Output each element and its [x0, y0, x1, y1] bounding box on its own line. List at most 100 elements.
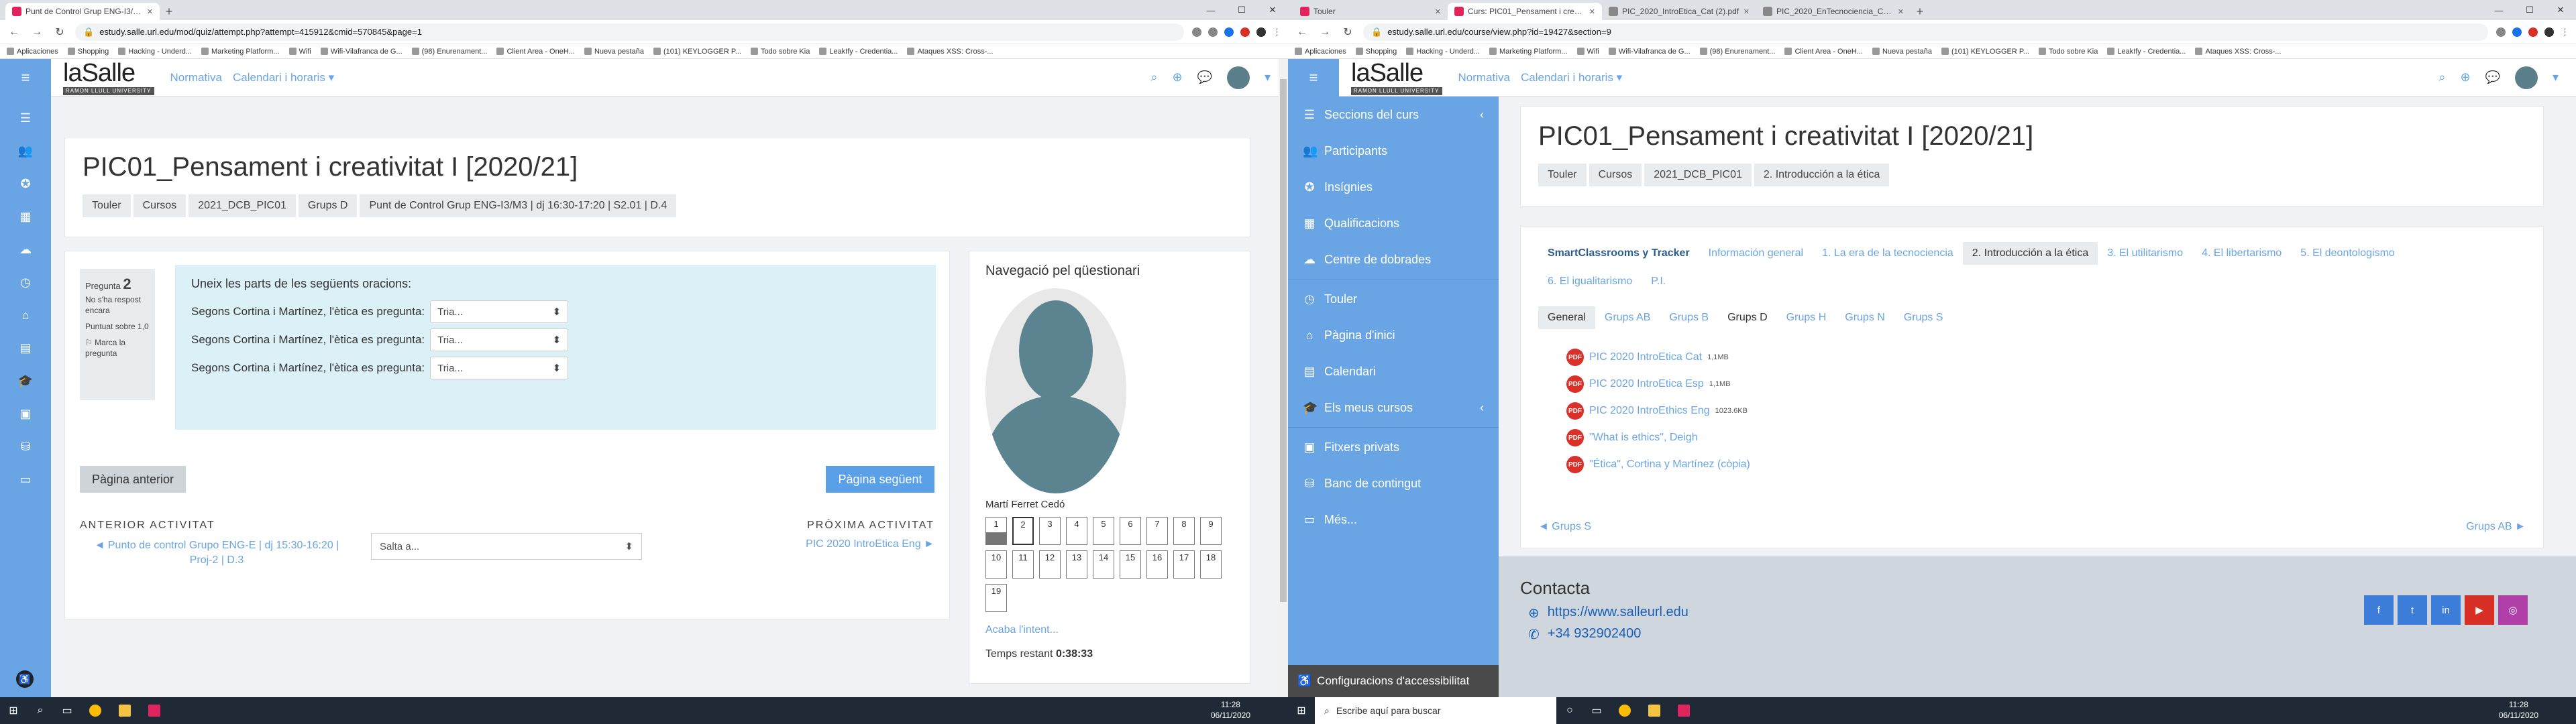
prev-section-link[interactable]: ◄ Grups S — [1538, 521, 1591, 533]
close-tab-icon[interactable]: ✕ — [1743, 7, 1750, 16]
bookmark[interactable]: LeakIfy - Credentia... — [2107, 48, 2186, 56]
finish-attempt-link[interactable]: Acaba l'intent... — [985, 624, 1234, 636]
section-link[interactable]: 5. El deontologismo — [2291, 242, 2404, 265]
search-icon[interactable]: ⌕ — [2438, 70, 2445, 84]
calendar-icon[interactable]: ▤ — [19, 341, 31, 355]
resource-item[interactable]: PDF "Ética", Cortina y Martínez (còpia) — [1566, 451, 2526, 478]
app-icon[interactable] — [1669, 697, 1699, 724]
bank-icon[interactable]: ⛁ — [20, 440, 30, 454]
section-link[interactable]: 6. El igualitarismo — [1538, 270, 1642, 293]
grades-icon[interactable]: ▦ — [19, 210, 31, 224]
folder-icon[interactable]: ▭ — [19, 473, 31, 487]
taskbar-search-input[interactable]: ⌕ Escribe aquí para buscar — [1315, 697, 1556, 724]
bookmark[interactable]: Hacking - Underd... — [1406, 48, 1480, 56]
resource-item[interactable]: PDF "What is ethics", Deigh — [1566, 424, 2526, 451]
reload-icon[interactable]: ↻ — [52, 25, 67, 39]
youtube-icon[interactable]: ▶ — [2465, 595, 2494, 625]
next-section-link[interactable]: Grups AB ► — [2466, 521, 2526, 533]
sidebar-item-home[interactable]: ⌂ Pàgina d'inici — [1288, 317, 1499, 353]
file-explorer-icon[interactable] — [1640, 697, 1669, 724]
profile-icon[interactable] — [1256, 27, 1266, 37]
task-view-icon[interactable]: ▭ — [54, 697, 80, 724]
resource-item[interactable]: PDF PIC 2020 IntroEtica Cat 1,1MB — [1566, 344, 2526, 371]
section-link[interactable]: Información general — [1699, 242, 1813, 265]
bookmark[interactable]: Marketing Platform... — [1489, 48, 1568, 56]
hamburger-menu-icon[interactable]: ≡ — [1288, 58, 1339, 97]
clock[interactable]: 11:28 06/11/2020 — [2499, 700, 2576, 721]
chevron-down-icon[interactable]: ▾ — [2553, 70, 2559, 84]
tab-general[interactable]: General — [1538, 306, 1595, 329]
avatar[interactable] — [1226, 66, 1250, 89]
file-explorer-icon[interactable] — [110, 697, 140, 724]
question-button[interactable]: 9 — [1200, 517, 1222, 545]
sidebar-item-centre[interactable]: ☁ Centre de dobrades — [1288, 241, 1499, 278]
tab-pdf[interactable]: PIC_2020_EnTecnociencia_Cat.p... ✕ — [1756, 3, 1911, 20]
bookmark[interactable]: Aplicaciones — [7, 48, 58, 56]
scrollbar[interactable] — [1279, 59, 1288, 697]
files-icon[interactable]: ▣ — [19, 407, 31, 421]
match-select[interactable]: Tria... ⬍ — [430, 357, 569, 379]
tab-group[interactable]: Grups H — [1777, 306, 1836, 329]
resource-item[interactable]: PDF PIC 2020 IntroEthics Eng 1023.6KB — [1566, 398, 2526, 424]
bookmark[interactable]: Aplicaciones — [1295, 48, 1346, 56]
bookmark[interactable]: Todo sobre Kia — [750, 48, 810, 56]
prev-activity-link[interactable]: ◄ Punto de control Grupo ENG-E | dj 15:3… — [89, 538, 344, 568]
close-tab-icon[interactable]: ✕ — [147, 7, 153, 16]
lasalle-logo[interactable]: laSalle RAMON LLULL UNIVERSITY — [63, 60, 154, 95]
section-link[interactable]: P.I. — [1642, 270, 1675, 293]
maximize-icon[interactable]: ☐ — [1226, 0, 1257, 20]
menu-icon[interactable]: ⋮ — [2561, 27, 2569, 38]
bookmark[interactable]: Client Area - OneH... — [1784, 48, 1863, 56]
question-button[interactable]: 4 — [1066, 517, 1087, 545]
bookmark[interactable]: Nueva pestaña — [584, 48, 644, 56]
question-button[interactable]: 15 — [1120, 550, 1141, 579]
accessibility-icon[interactable]: ♿ — [16, 670, 34, 688]
question-button[interactable]: 11 — [1012, 550, 1034, 579]
sidebar-item-fitxers[interactable]: ▣ Fitxers privats — [1288, 429, 1499, 465]
centre-icon[interactable]: ☁ — [19, 243, 32, 257]
bookmark[interactable]: Shopping — [1355, 48, 1397, 56]
maximize-icon[interactable]: ☐ — [2514, 0, 2545, 20]
menu-icon[interactable]: ⋮ — [1273, 27, 1281, 38]
chat-icon[interactable]: 💬 — [1197, 70, 1212, 84]
tab-pdf[interactable]: PIC_2020_IntroEtica_Cat (2).pdf ✕ — [1602, 3, 1756, 20]
clock[interactable]: 11:28 06/11/2020 — [1211, 700, 1288, 721]
sidebar-item-calendari[interactable]: ▤ Calendari — [1288, 353, 1499, 389]
sidebar-item-banc[interactable]: ⛁ Banc de contingut — [1288, 465, 1499, 501]
bookmark[interactable]: Shopping — [67, 48, 109, 56]
bookmark[interactable]: LeakIfy - Credentia... — [819, 48, 898, 56]
linkedin-icon[interactable]: in — [2431, 595, 2461, 625]
next-activity-link[interactable]: PIC 2020 IntroEtica Eng ► — [806, 538, 934, 550]
bookmark[interactable]: Hacking - Underd... — [118, 48, 192, 56]
bookmark[interactable]: Ataques XSS: Cross-... — [2195, 48, 2282, 56]
zoom-icon[interactable] — [1192, 27, 1201, 37]
task-view-icon[interactable]: ▭ — [1583, 697, 1610, 724]
phone-link[interactable]: ✆ +34 932902400 — [1528, 626, 1641, 643]
search-icon[interactable]: ⌕ — [1150, 70, 1157, 84]
search-icon[interactable]: ⌕ — [27, 697, 54, 724]
question-button[interactable]: 18 — [1200, 550, 1222, 579]
section-link[interactable]: 1. La era de la tecnociencia — [1813, 242, 1963, 265]
facebook-icon[interactable]: f — [2364, 595, 2394, 625]
bookmark[interactable]: Wifi — [288, 48, 311, 56]
question-button[interactable]: 19 — [985, 584, 1007, 612]
bookmark[interactable]: Ataques XSS: Cross-... — [907, 48, 994, 56]
chevron-down-icon[interactable]: ▾ — [1265, 70, 1271, 84]
breadcrumb-item[interactable]: 2021_DCB_PIC01 — [189, 194, 296, 217]
extension-icon[interactable] — [1240, 27, 1250, 37]
close-tab-icon[interactable]: ✕ — [1589, 7, 1595, 16]
chrome-icon[interactable] — [1610, 697, 1640, 724]
url-input[interactable]: 🔒 estudy.salle.url.edu/course/view.php?i… — [1363, 23, 2488, 41]
instagram-icon[interactable]: ◎ — [2498, 595, 2528, 625]
sitemap-icon[interactable]: ☰ — [20, 111, 31, 125]
bookmark[interactable]: Nueva pestaña — [1872, 48, 1932, 56]
bookmark[interactable]: Todo sobre Kia — [2038, 48, 2098, 56]
home-icon[interactable]: ⌂ — [22, 308, 30, 322]
resource-item[interactable]: PDF PIC 2020 IntroEtica Esp 1,1MB — [1566, 371, 2526, 398]
breadcrumb-item[interactable]: Touler — [1538, 164, 1587, 186]
nav-normativa[interactable]: Normativa — [1458, 71, 1510, 84]
avatar[interactable] — [2514, 66, 2538, 89]
reload-icon[interactable]: ↻ — [1340, 25, 1355, 39]
sidebar-item-mes[interactable]: ▭ Més... — [1288, 501, 1499, 538]
minimize-icon[interactable]: — — [1195, 0, 1226, 20]
